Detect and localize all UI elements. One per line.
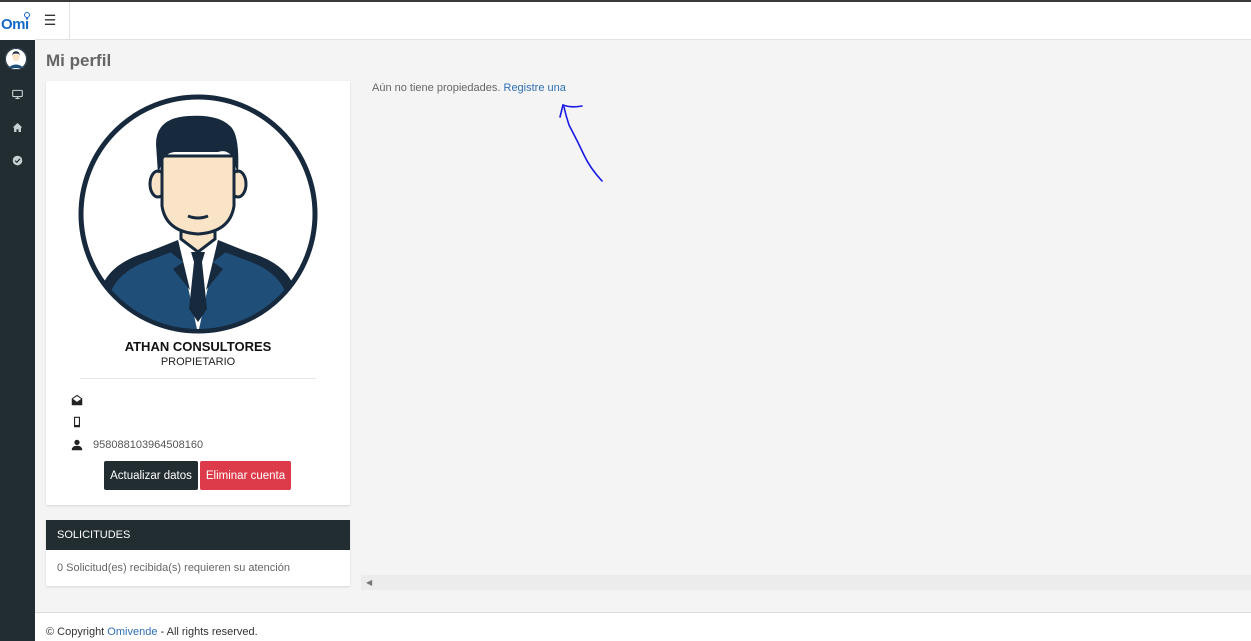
register-property-link[interactable]: Registre una	[504, 82, 566, 94]
copyright-text: © Copyright Omivende - All rights reserv…	[46, 626, 258, 638]
page-title: Mi perfil	[46, 51, 112, 70]
logo-pin-icon	[24, 12, 30, 18]
update-profile-button[interactable]: Actualizar datos	[104, 461, 198, 490]
sidebar-avatar[interactable]	[5, 48, 27, 70]
monitor-icon	[11, 89, 23, 99]
menu-toggle-button[interactable]: ☰	[40, 10, 60, 30]
id-row	[71, 438, 83, 452]
logo-box[interactable]: Omi	[0, 2, 35, 40]
top-navbar: ☰	[35, 2, 1251, 40]
card-divider	[80, 378, 316, 379]
app-logo: Omi	[1, 16, 29, 33]
requests-message: 0 Solicitud(es) recibida(s) requieren su…	[57, 562, 290, 574]
sidebar-item-home[interactable]	[10, 120, 24, 134]
requests-card: SOLICITUDES 0 Solicitud(es) recibida(s) …	[46, 520, 350, 586]
requests-header: SOLICITUDES	[46, 520, 350, 550]
sidebar-item-verified[interactable]	[10, 153, 24, 167]
scroll-left-arrow-icon[interactable]: ◀	[366, 578, 372, 587]
envelope-open-icon	[71, 394, 83, 406]
footer: © Copyright Omivende - All rights reserv…	[35, 612, 1251, 641]
profile-name: ATHAN CONSULTORES	[124, 339, 272, 354]
profile-avatar	[78, 94, 318, 334]
footer-brand-link[interactable]: Omivende	[107, 626, 157, 638]
profile-card: ATHAN CONSULTORES PROPIETARIO 9580881039…	[46, 81, 350, 505]
user-icon	[71, 439, 83, 451]
delete-account-button[interactable]: Eliminar cuenta	[200, 461, 291, 490]
properties-empty-text: Aún no tiene propiedades.	[372, 82, 501, 94]
sidebar: Omi	[0, 2, 35, 641]
check-circle-icon	[12, 155, 22, 165]
email-row	[71, 393, 83, 407]
horizontal-scrollbar[interactable]: ◀	[361, 575, 1251, 590]
profile-role: PROPIETARIO	[160, 356, 236, 368]
sidebar-item-dashboard[interactable]	[10, 87, 24, 101]
home-icon	[12, 122, 22, 132]
navbar-divider	[69, 2, 70, 40]
profile-id-number: 958088103964508160	[93, 439, 204, 451]
annotation-arrow	[559, 104, 603, 182]
hamburger-icon: ☰	[43, 11, 57, 28]
properties-empty-state: Aún no tiene propiedades. Registre una	[372, 82, 566, 94]
copyright-suffix: - All rights reserved.	[157, 626, 258, 638]
mobile-phone-icon	[74, 416, 80, 428]
copyright-prefix: © Copyright	[46, 626, 108, 638]
phone-row	[71, 415, 83, 429]
